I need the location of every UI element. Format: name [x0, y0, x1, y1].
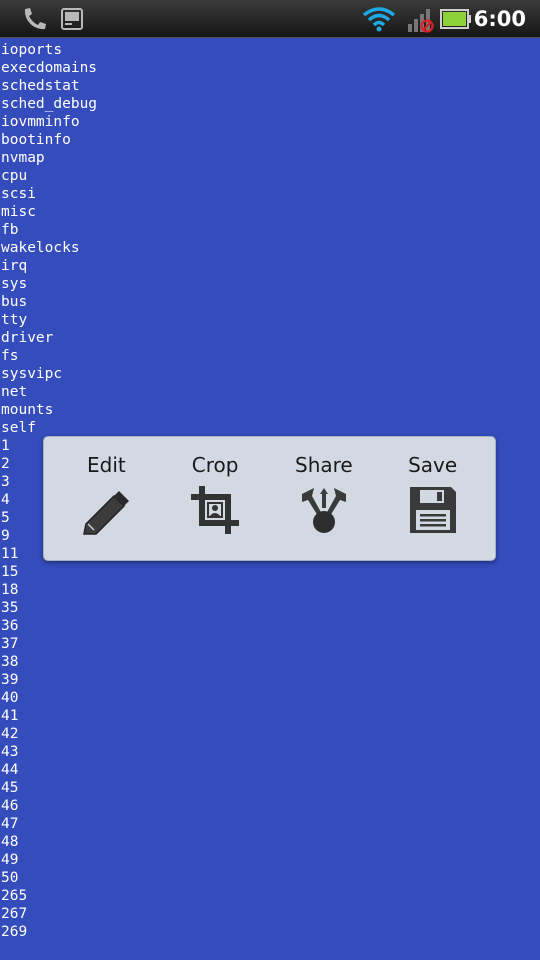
file-entry: mounts	[1, 402, 54, 418]
file-entry: 38	[1, 654, 19, 670]
file-entry: 45	[1, 780, 19, 796]
file-entry: bootinfo	[1, 132, 71, 148]
file-entry: bus	[1, 294, 28, 310]
terminal-icon	[61, 8, 83, 30]
file-entry: sched_debug	[1, 96, 98, 112]
file-entry: 50	[1, 870, 19, 886]
crop-button[interactable]: Crop	[165, 437, 265, 560]
clock: 6:00	[473, 7, 526, 31]
file-entry: tty	[1, 312, 28, 328]
status-bar: 6:00	[0, 0, 540, 38]
file-entry: sysvipc	[1, 366, 63, 382]
file-entry: 47	[1, 816, 19, 832]
image-action-menu: Edit Crop Share Save	[43, 436, 496, 561]
file-entry: 40	[1, 690, 19, 706]
file-entry: wakelocks	[1, 240, 80, 256]
file-entry: 41	[1, 708, 19, 724]
share-label: Share	[295, 453, 353, 477]
file-entry: 35	[1, 600, 19, 616]
share-button[interactable]: Share	[274, 437, 374, 560]
file-entry: 49	[1, 852, 19, 868]
file-entry: iovmminfo	[1, 114, 80, 130]
file-entry: 265	[1, 888, 28, 904]
file-entry: fs	[1, 348, 19, 364]
file-entry: 269	[1, 924, 28, 940]
file-entry: driver	[1, 330, 54, 346]
file-entry: 46	[1, 798, 19, 814]
file-entry: 44	[1, 762, 19, 778]
file-entry: fb	[1, 222, 19, 238]
save-label: Save	[408, 453, 458, 477]
file-entry: irq	[1, 258, 28, 274]
pencil-icon	[83, 491, 130, 535]
file-entry: sys	[1, 276, 28, 292]
file-entry: 18	[1, 582, 19, 598]
floppy-disk-icon	[409, 487, 456, 533]
crop-label: Crop	[191, 453, 239, 477]
file-entry: execdomains	[1, 60, 98, 76]
no-signal-icon	[420, 19, 434, 33]
file-entry: 42	[1, 726, 19, 742]
crop-icon	[191, 486, 240, 534]
wifi-icon	[362, 7, 396, 32]
file-entry: 39	[1, 672, 19, 688]
file-entry: 37	[1, 636, 19, 652]
file-entry: misc	[1, 204, 36, 220]
file-entry: scsi	[1, 186, 36, 202]
phone-icon	[24, 8, 46, 30]
file-entry: 267	[1, 906, 28, 922]
file-entry: ioports	[1, 42, 63, 58]
file-entry: 48	[1, 834, 19, 850]
save-button[interactable]: Save	[383, 437, 483, 560]
file-entry: nvmap	[1, 150, 45, 166]
file-entry: cpu	[1, 168, 28, 184]
file-entry: net	[1, 384, 28, 400]
file-entry: schedstat	[1, 78, 80, 94]
file-entry: 15	[1, 564, 19, 580]
file-entry: 43	[1, 744, 19, 760]
share-icon	[301, 488, 346, 533]
battery-icon	[440, 9, 471, 29]
edit-label: Edit	[87, 453, 126, 477]
file-entry: self	[1, 420, 36, 436]
edit-button[interactable]: Edit	[56, 437, 156, 560]
file-entry: 36	[1, 618, 19, 634]
